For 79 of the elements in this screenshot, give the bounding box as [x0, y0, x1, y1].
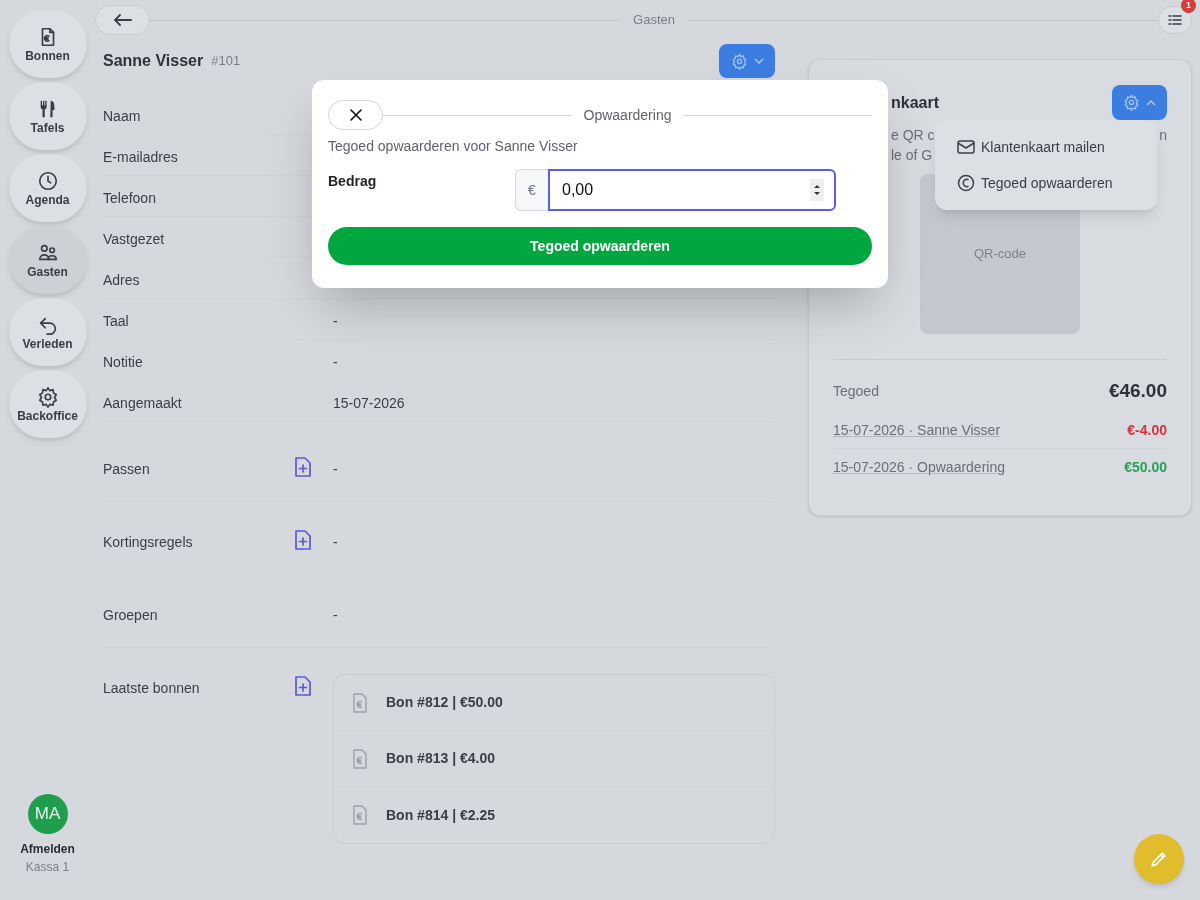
card-description: le of G [891, 145, 933, 165]
avatar: MA [27, 794, 68, 834]
field-label: Telefoon [103, 189, 157, 208]
transaction-amount: €-4.00 [1127, 420, 1167, 440]
field-label: Adres [103, 271, 141, 290]
mail-icon [957, 140, 975, 154]
card-description: n [1159, 125, 1167, 145]
euro-coin-icon [957, 174, 975, 192]
back-arrow-icon [113, 14, 132, 26]
chevron-down-icon [753, 58, 764, 64]
close-button[interactable] [328, 100, 383, 130]
qr-code-label: QR-code [974, 245, 1026, 264]
gear-icon [730, 52, 748, 70]
add-file-icon [293, 675, 313, 697]
guest-name: Sanne Visser [103, 51, 204, 71]
nav-button[interactable]: Bonnen [8, 10, 87, 78]
pencil-icon [1149, 849, 1169, 869]
menu-item[interactable]: Klantenkaart mailen [957, 136, 1135, 158]
register-label: Kassa 1 [25, 859, 70, 876]
page-title: Gasten [632, 11, 676, 30]
receipt-icon [352, 805, 368, 825]
logout-link[interactable]: Afmelden [20, 840, 75, 858]
field-label: Laatste bonnen [103, 679, 201, 698]
chevron-up-icon [1146, 99, 1156, 106]
gear-icon [1123, 94, 1140, 111]
field-label: Vastgezet [103, 230, 166, 249]
nav-button[interactable]: Gasten [8, 226, 87, 294]
receipt-item[interactable]: Bon #813 | €4.00 [334, 731, 774, 787]
nav-button[interactable]: Agenda [8, 154, 87, 222]
add-file-icon [293, 529, 313, 551]
field-label: Passen [103, 460, 151, 479]
currency-addon: € [515, 169, 548, 211]
field-value: - [333, 353, 338, 372]
balance-label: Tegoed [833, 381, 879, 401]
field-value: 15-07-2026 [333, 394, 405, 413]
gear-icon [36, 386, 59, 408]
receipt-icon [352, 692, 368, 713]
add-file-icon [293, 456, 313, 478]
receipt-item[interactable]: Bon #812 | €50.00 [334, 675, 774, 731]
field-label: Taal [103, 312, 130, 331]
dialog-title: Opwaardering [582, 105, 673, 125]
field-label: Notitie [103, 353, 144, 372]
nav-button[interactable]: Backoffice [8, 370, 87, 438]
settings-button[interactable] [719, 44, 775, 78]
back-button[interactable] [95, 5, 150, 35]
settings-button[interactable] [1112, 85, 1167, 120]
nav-button[interactable]: Tafels [8, 82, 87, 150]
transaction-link[interactable]: 15-07-2026 · Opwaardering [833, 457, 1005, 478]
field-value: - [333, 460, 338, 479]
list-icon [1168, 14, 1182, 26]
add-button[interactable] [293, 675, 313, 697]
menu-item[interactable]: Tegoed opwaarderen [957, 172, 1135, 194]
field-label: Naam [103, 107, 142, 126]
clock-icon [36, 170, 59, 192]
transaction-amount: €50.00 [1124, 458, 1167, 477]
balance-amount: €46.00 [1108, 378, 1167, 403]
nav-button[interactable]: Verleden [8, 298, 87, 366]
field-label: Kortingsregels [103, 533, 194, 552]
field-label: E-mailadres [103, 148, 179, 167]
add-button[interactable] [293, 529, 313, 551]
field-value: - [333, 533, 338, 552]
receipt-icon [352, 748, 368, 769]
amount-input[interactable]: 0,00 [548, 169, 836, 211]
amount-label: Bedrag [328, 172, 378, 191]
notification-badge: 1 [1181, 0, 1196, 13]
guest-number: #101 [211, 52, 241, 71]
list-button[interactable] [1158, 6, 1192, 34]
add-button[interactable] [293, 456, 313, 478]
receipt-item[interactable]: Bon #814 | €2.25 [334, 787, 774, 843]
field-label: Groepen [103, 606, 159, 625]
spinner-icon [810, 179, 824, 201]
card-description: e QR c [891, 125, 935, 145]
close-icon [349, 109, 362, 121]
card-title: nkaart [891, 92, 940, 113]
field-value: - [333, 312, 338, 331]
field-value: - [333, 606, 338, 625]
field-label: Aangemaakt [103, 394, 183, 413]
dialog-subtitle: Tegoed opwaarderen voor Sanne Visser [328, 137, 579, 156]
transaction-link[interactable]: 15-07-2026 · Sanne Visser [833, 419, 1001, 441]
